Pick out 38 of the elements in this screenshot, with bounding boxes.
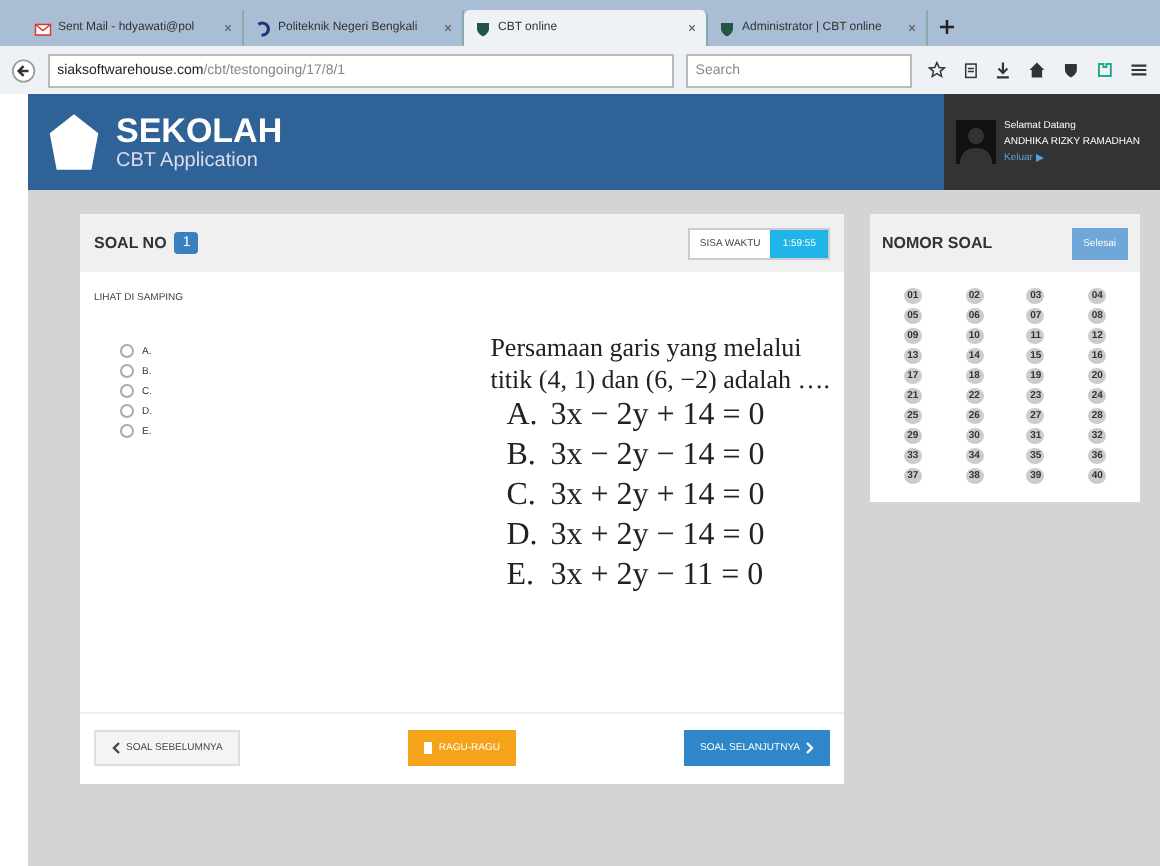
close-icon[interactable]	[444, 24, 452, 32]
clipboard-icon[interactable]	[961, 60, 979, 80]
equation-text: 3x − 2y + 14 = 0	[550, 396, 765, 436]
question-number-label: SOAL NO	[94, 234, 167, 252]
question-text: Persamaan garis yang melalui	[490, 332, 804, 364]
shield-icon	[718, 19, 736, 37]
close-icon[interactable]	[688, 24, 696, 32]
equation-text: 3x − 2y − 14 = 0	[550, 436, 765, 476]
mail-icon	[34, 19, 52, 37]
equation-text: 3x + 2y + 14 = 0	[550, 476, 765, 516]
question-text: titik (4, 1) dan (6, −2) adalah ….	[490, 364, 830, 396]
choice-letter: E.	[506, 556, 536, 596]
equation-text: 3x + 2y − 11 = 0	[550, 556, 764, 596]
shield-icon	[474, 19, 492, 37]
question-list-title: NOMOR SOAL	[882, 234, 993, 252]
chevron-right-icon	[806, 742, 814, 754]
download-icon[interactable]	[994, 60, 1013, 80]
choice-letter: C.	[506, 476, 538, 516]
menu-icon[interactable]	[1130, 60, 1148, 80]
brand-subtitle: CBT Application	[116, 149, 260, 171]
play-icon	[1036, 154, 1045, 162]
star-icon[interactable]	[927, 60, 946, 80]
shield-icon[interactable]	[1062, 60, 1081, 80]
choice-letter: D.	[506, 516, 540, 556]
pentagon-logo-icon	[48, 110, 100, 174]
swirl-icon	[254, 19, 272, 37]
back-icon[interactable]	[12, 57, 36, 83]
close-icon[interactable]	[908, 24, 916, 32]
home-icon[interactable]	[1028, 60, 1047, 80]
choice-letter: A.	[506, 396, 540, 436]
bookmark-icon	[424, 742, 433, 754]
equation-text: 3x + 2y − 14 = 0	[550, 516, 765, 556]
new-tab-icon[interactable]	[940, 20, 954, 34]
chevron-left-icon	[112, 742, 120, 754]
choice-letter: B.	[506, 436, 538, 476]
brand-title: SEKOLAH	[116, 113, 283, 149]
close-icon[interactable]	[224, 24, 232, 32]
user-avatar-icon	[956, 118, 996, 166]
